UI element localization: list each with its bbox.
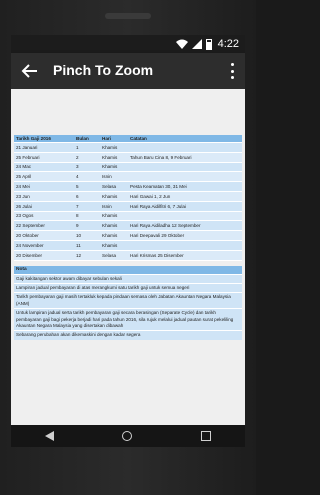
table-row: 24 Mei 5 Selasa Pesta Keamatan 30, 31 Mei	[14, 181, 242, 192]
table-cell: 5	[74, 181, 100, 192]
notes-title: Nota	[14, 265, 242, 274]
table-cell: 23 Ogos	[14, 211, 74, 222]
table-cell: 23 Jun	[14, 191, 74, 202]
page-title: Pinch To Zoom	[53, 62, 154, 78]
table-cell	[128, 171, 242, 183]
table-cell: Isnin	[100, 201, 128, 212]
note-item: Tarikh pembayaran gaji masih tertakluk k…	[14, 292, 242, 309]
table-cell: Tahun Baru Cina 8, 9 Februari	[128, 152, 242, 163]
table-cell: 4	[74, 171, 100, 183]
nav-recents-icon[interactable]	[200, 431, 211, 441]
table-cell: 7	[74, 201, 100, 212]
signal-icon	[191, 39, 202, 49]
table-cell: 10	[74, 230, 100, 241]
system-nav-bar	[11, 425, 245, 447]
column-header: Bulan	[74, 135, 100, 143]
table-row: 22 September 9 Khamis Hari Raya Aidiladha 1…	[14, 220, 242, 232]
note-item: Sebarang perubahan akan dikemaskini deng…	[14, 330, 242, 340]
status-time: 4:22	[217, 38, 239, 50]
table-cell: 22 September	[14, 220, 74, 232]
note-item: Gaji kakitangan sektor awam dibayar sebu…	[14, 273, 242, 283]
table-cell: 12	[74, 250, 100, 261]
table-cell: 2	[74, 152, 100, 163]
note-item: Lampiran jadual pembayaran di atas meran…	[14, 282, 242, 293]
table-cell: 6	[74, 191, 100, 202]
note-item: Untuk lampiran jadual serta tarikh pemba…	[14, 308, 242, 331]
table-cell: 24 Mei	[14, 181, 74, 192]
wifi-icon	[175, 39, 188, 49]
phone-frame: 4:22 Pinch To Zoom Tarikh Gaji 2016 Bula…	[0, 0, 256, 495]
table-cell: Khamis	[100, 240, 128, 251]
table-cell	[128, 240, 242, 251]
column-header: Catatan	[128, 135, 242, 143]
table-cell: Selasa	[100, 250, 128, 261]
table-cell: Pesta Keamatan 30, 31 Mei	[128, 181, 242, 192]
table-cell: 1	[74, 142, 100, 153]
table-cell: Hari Raya Aidilfitri 6, 7 Julai	[128, 201, 242, 212]
table-row: 20 Disember 12 Selasa Hari Krismas 25 Disem…	[14, 250, 242, 261]
table-cell: Khamis	[100, 142, 128, 153]
table-cell: 11	[74, 240, 100, 251]
nav-back-icon[interactable]	[45, 431, 55, 441]
table-cell: Hari Gawai 1, 2 Jun	[128, 191, 242, 202]
column-header: Tarikh Gaji 2016	[14, 135, 74, 143]
status-icons: 4:22	[175, 37, 239, 51]
table-cell: 25 Februari	[14, 152, 74, 163]
table-header-row: Tarikh Gaji 2016 Bulan Hari Catatan	[14, 135, 242, 143]
table-cell	[128, 162, 242, 173]
app-bar: Pinch To Zoom	[11, 53, 245, 89]
speaker-grille	[105, 13, 151, 19]
zoomable-content[interactable]: Tarikh Gaji 2016 Bulan Hari Catatan 21 J…	[11, 89, 245, 425]
table-row: 20 Oktober 10 Khamis Hari Deepavali 29 Okto…	[14, 230, 242, 241]
salary-document: Tarikh Gaji 2016 Bulan Hari Catatan 21 J…	[14, 135, 242, 340]
table-cell: 24 November	[14, 240, 74, 251]
table-cell: Khamis	[100, 230, 128, 241]
table-cell: Hari Deepavali 29 Oktober	[128, 230, 242, 241]
table-cell	[128, 142, 242, 153]
table-cell: Khamis	[100, 152, 128, 163]
table-cell: Selasa	[100, 181, 128, 192]
notes-section: Nota Gaji kakitangan sektor awam dibayar…	[14, 265, 242, 340]
table-cell: Khamis	[100, 191, 128, 202]
overflow-menu-icon[interactable]	[231, 63, 235, 79]
back-arrow-icon[interactable]	[21, 62, 39, 80]
notes-list: Gaji kakitangan sektor awam dibayar sebu…	[14, 273, 242, 340]
table-row: 25 Februari 2 Khamis Tahun Baru Cina 8, 9 F…	[14, 152, 242, 163]
table-cell: Isnin	[100, 171, 128, 183]
salary-table: Tarikh Gaji 2016 Bulan Hari Catatan 21 J…	[14, 135, 242, 261]
nav-home-icon[interactable]	[122, 431, 133, 441]
table-cell: 24 Mac	[14, 162, 74, 173]
table-row: 24 Mac 3 Khamis	[14, 162, 242, 173]
column-header: Hari	[100, 135, 128, 143]
table-cell: 9	[74, 220, 100, 232]
table-cell: 26 Julai	[14, 201, 74, 212]
screen: 4:22 Pinch To Zoom Tarikh Gaji 2016 Bula…	[11, 35, 245, 447]
table-cell: 21 Januari	[14, 142, 74, 153]
table-cell: Hari Krismas 25 Disember	[128, 250, 242, 261]
table-row: 24 November 11 Khamis	[14, 240, 242, 251]
table-row: 23 Jun 6 Khamis Hari Gawai 1, 2 Jun	[14, 191, 242, 202]
table-cell: Hari Raya Aidiladha 12 September	[128, 220, 242, 232]
table-row: 26 Julai 7 Isnin Hari Raya Aidilfitri 6, 7 …	[14, 201, 242, 212]
table-cell: 3	[74, 162, 100, 173]
status-bar: 4:22	[11, 35, 245, 53]
table-cell: Khamis	[100, 220, 128, 232]
table-row: 21 Januari 1 Khamis	[14, 142, 242, 153]
table-cell: 8	[74, 211, 100, 222]
table-cell: Khamis	[100, 162, 128, 173]
table-cell: 25 April	[14, 171, 74, 183]
table-cell	[128, 211, 242, 222]
table-cell: 20 Disember	[14, 250, 74, 261]
battery-icon	[205, 38, 212, 50]
table-row: 25 April 4 Isnin	[14, 171, 242, 183]
table-row: 23 Ogos 8 Khamis	[14, 211, 242, 222]
table-cell: 20 Oktober	[14, 230, 74, 241]
table-cell: Khamis	[100, 211, 128, 222]
